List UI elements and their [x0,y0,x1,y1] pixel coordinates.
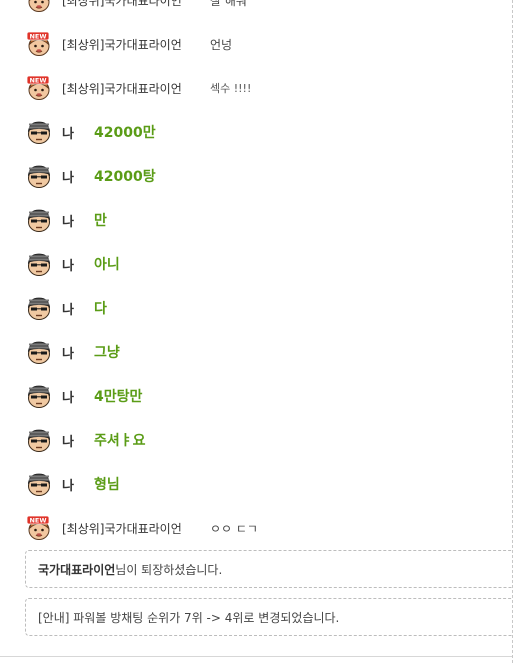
chat-message: NEW [최상위]국가대표라이언 언넝 [0,22,512,66]
chat-message: 나 형님 [0,462,512,506]
chat-message: NEW [최상위]국가대표라이언 잘 해줘 [0,0,512,22]
chat-message: 나 다 [0,286,512,330]
message-text: 그냥 [94,345,120,361]
sender-nickname[interactable]: [최상위]국가대표라이언 [62,520,182,537]
message-text: 잘 해줘 [210,0,247,8]
my-avatar-icon [26,119,52,145]
left-notice-text: 님이 퇴장하셨습니다. [115,562,223,577]
my-avatar-icon [26,251,52,277]
user-left-notice: 국가대표라이언 님이 퇴장하셨습니다. [25,550,512,588]
message-text: 아니 [94,257,120,273]
message-text: 다 [94,301,107,317]
sender-nickname: 나 [62,390,74,406]
message-text: 만 [94,213,107,229]
svg-text:NEW: NEW [29,33,46,41]
message-text: 섹수 !!!! [210,82,252,95]
message-text: 주셔ㅑ요 [94,433,146,449]
chat-message: 나 그냥 [0,330,512,374]
my-avatar-icon [26,163,52,189]
chat-message: 나 주셔ㅑ요 [0,418,512,462]
message-text: ㅇㅇ ㄷㄱ [210,521,258,536]
chat-message: 나 만 [0,198,512,242]
new-user-avatar-icon: NEW [26,0,52,13]
sender-nickname: 나 [62,434,74,450]
sender-nickname: 나 [62,346,74,362]
message-text: 형님 [94,477,120,493]
chat-log: NEW [최상위]국가대표라이언 잘 해줘 NEW [최상위]국가대표라이언 언… [0,0,512,550]
rank-change-notice: [안내] 파워볼 방채팅 순위가 7위 -> 4위로 변경되었습니다. [25,598,512,636]
message-text: 4만탕만 [94,389,143,405]
my-avatar-icon [26,427,52,453]
sender-nickname[interactable]: [최상위]국가대표라이언 [62,80,182,97]
sender-nickname: 나 [62,126,74,142]
my-avatar-icon [26,295,52,321]
my-avatar-icon [26,471,52,497]
my-avatar-icon [26,207,52,233]
chat-message: 나 42000탕 [0,154,512,198]
message-text: 42000탕 [94,169,156,185]
message-text: 언넝 [210,37,233,52]
my-avatar-icon [26,383,52,409]
divider [0,656,512,657]
chat-message: 나 4만탕만 [0,374,512,418]
sender-nickname: 나 [62,258,74,274]
chat-message: NEW [최상위]국가대표라이언 ㅇㅇ ㄷㄱ [0,506,512,550]
svg-text:NEW: NEW [29,517,46,525]
sender-nickname[interactable]: [최상위]국가대표라이언 [62,36,182,53]
left-user-name[interactable]: 국가대표라이언 [38,561,115,578]
new-user-avatar-icon: NEW [26,75,52,101]
new-user-avatar-icon: NEW [26,515,52,541]
sender-nickname: 나 [62,302,74,318]
chat-window: NEW [최상위]국가대표라이언 잘 해줘 NEW [최상위]국가대표라이언 언… [0,0,513,663]
chat-message: NEW [최상위]국가대표라이언 섹수 !!!! [0,66,512,110]
sender-nickname[interactable]: [최상위]국가대표라이언 [62,0,182,9]
sender-nickname: 나 [62,170,74,186]
svg-text:NEW: NEW [29,77,46,85]
chat-message: 나 42000만 [0,110,512,154]
sender-nickname: 나 [62,478,74,494]
chat-message: 나 아니 [0,242,512,286]
new-user-avatar-icon: NEW [26,31,52,57]
message-text: 42000만 [94,125,156,141]
sender-nickname: 나 [62,214,74,230]
rank-notice-text: [안내] 파워볼 방채팅 순위가 7위 -> 4위로 변경되었습니다. [38,610,340,625]
my-avatar-icon [26,339,52,365]
